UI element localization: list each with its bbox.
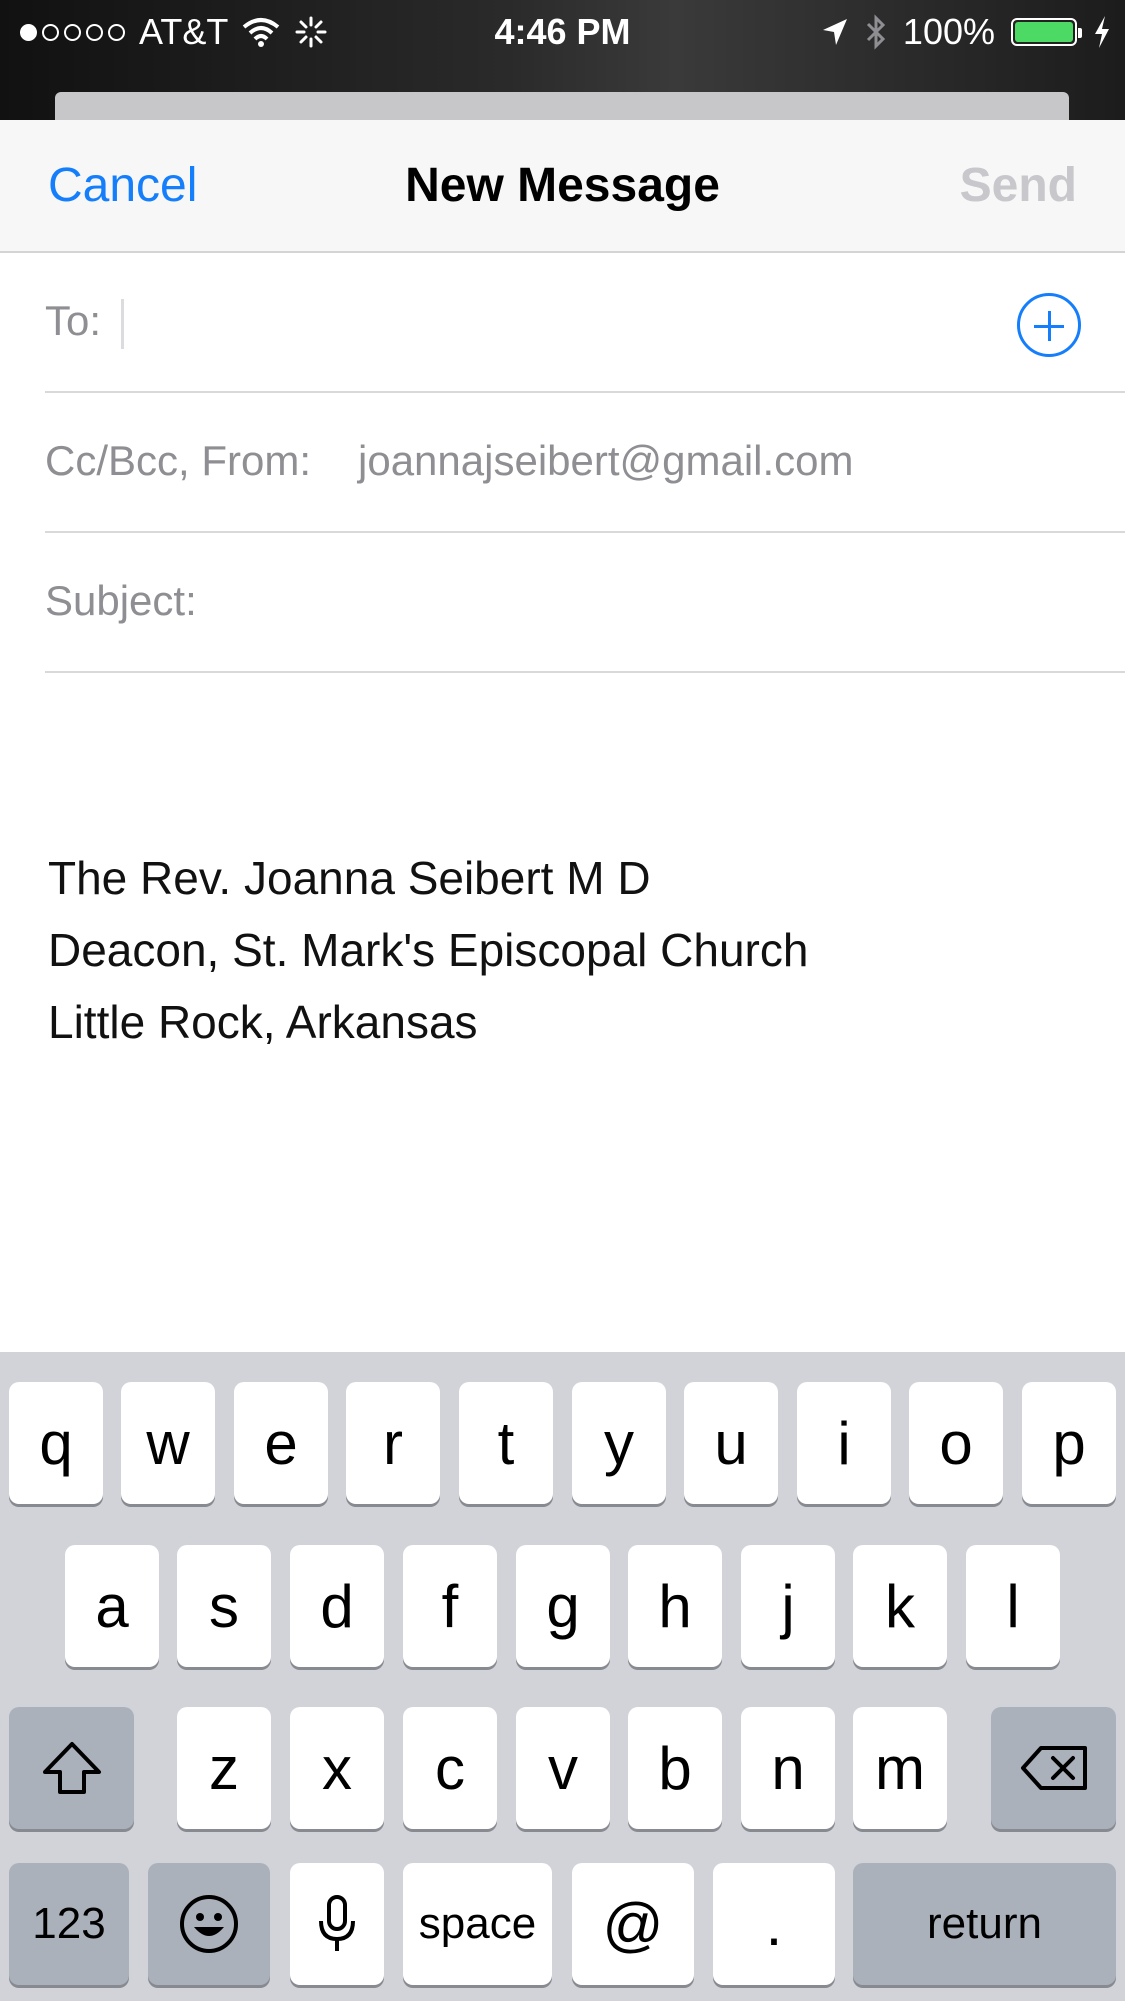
signature-line: The Rev. Joanna Seibert M D bbox=[48, 852, 651, 904]
delete-backspace-icon bbox=[1020, 1746, 1087, 1790]
subject-field[interactable]: Subject: bbox=[45, 533, 1125, 673]
key-i[interactable]: i bbox=[797, 1382, 891, 1504]
status-right: 100% bbox=[821, 10, 1111, 54]
dictation-key[interactable] bbox=[290, 1863, 384, 1985]
key-r[interactable]: r bbox=[346, 1382, 440, 1504]
charging-bolt-icon bbox=[1093, 15, 1111, 49]
compose-nav-bar: Cancel New Message Send bbox=[0, 120, 1125, 253]
key-b[interactable]: b bbox=[628, 1707, 722, 1829]
at-key[interactable]: @ bbox=[572, 1863, 694, 1985]
key-d[interactable]: d bbox=[290, 1545, 384, 1667]
key-l[interactable]: l bbox=[966, 1545, 1060, 1667]
microphone-icon bbox=[319, 1895, 355, 1951]
to-label: To: bbox=[45, 297, 102, 344]
location-arrow-icon bbox=[821, 17, 849, 47]
signature-line: Little Rock, Arkansas bbox=[48, 996, 478, 1048]
key-x[interactable]: x bbox=[290, 1707, 384, 1829]
text-cursor bbox=[121, 299, 124, 349]
status-bar: AT&T 4:46 PM 100% bbox=[0, 0, 1125, 120]
bluetooth-icon bbox=[865, 14, 887, 50]
key-m[interactable]: m bbox=[853, 1707, 947, 1829]
page-title: New Message bbox=[405, 159, 720, 212]
key-g[interactable]: g bbox=[516, 1545, 610, 1667]
return-key[interactable]: return bbox=[853, 1863, 1116, 1985]
key-s[interactable]: s bbox=[177, 1545, 271, 1667]
period-key[interactable]: . bbox=[713, 1863, 835, 1985]
key-c[interactable]: c bbox=[403, 1707, 497, 1829]
key-q[interactable]: q bbox=[9, 1382, 103, 1504]
to-field[interactable]: To: bbox=[45, 253, 1125, 393]
backspace-key[interactable] bbox=[991, 1707, 1116, 1829]
key-u[interactable]: u bbox=[684, 1382, 778, 1504]
key-p[interactable]: p bbox=[1022, 1382, 1116, 1504]
key-a[interactable]: a bbox=[65, 1545, 159, 1667]
battery-icon bbox=[1011, 18, 1082, 46]
cc-bcc-from-field[interactable]: Cc/Bcc, From: joannajseibert@gmail.com bbox=[45, 393, 1125, 533]
key-o[interactable]: o bbox=[909, 1382, 1003, 1504]
key-h[interactable]: h bbox=[628, 1545, 722, 1667]
message-body[interactable]: The Rev. Joanna Seibert M D Deacon, St. … bbox=[48, 842, 1078, 1058]
sheet-card-edge bbox=[55, 92, 1069, 120]
keyboard: q w e r t y u i o p a s d f g h j k l z … bbox=[0, 1352, 1125, 2001]
signature-line: Deacon, St. Mark's Episcopal Church bbox=[48, 924, 809, 976]
subject-label: Subject: bbox=[45, 577, 197, 624]
key-v[interactable]: v bbox=[516, 1707, 610, 1829]
key-n[interactable]: n bbox=[741, 1707, 835, 1829]
battery-percent: 100% bbox=[902, 11, 995, 52]
send-button[interactable]: Send bbox=[960, 158, 1077, 213]
key-e[interactable]: e bbox=[234, 1382, 328, 1504]
shift-arrow-icon bbox=[42, 1742, 101, 1794]
space-key[interactable]: space bbox=[403, 1863, 552, 1985]
cc-from-label: Cc/Bcc, From: bbox=[45, 437, 312, 484]
key-k[interactable]: k bbox=[853, 1545, 947, 1667]
key-t[interactable]: t bbox=[459, 1382, 553, 1504]
from-address: joannajseibert@gmail.com bbox=[358, 437, 854, 484]
emoji-smiley-icon bbox=[180, 1895, 238, 1953]
key-j[interactable]: j bbox=[741, 1545, 835, 1667]
key-y[interactable]: y bbox=[572, 1382, 666, 1504]
key-f[interactable]: f bbox=[403, 1545, 497, 1667]
add-contact-button[interactable] bbox=[1017, 293, 1081, 357]
key-z[interactable]: z bbox=[177, 1707, 271, 1829]
emoji-key[interactable] bbox=[148, 1863, 270, 1985]
numbers-key[interactable]: 123 bbox=[9, 1863, 129, 1985]
key-w[interactable]: w bbox=[121, 1382, 215, 1504]
shift-key[interactable] bbox=[9, 1707, 134, 1829]
